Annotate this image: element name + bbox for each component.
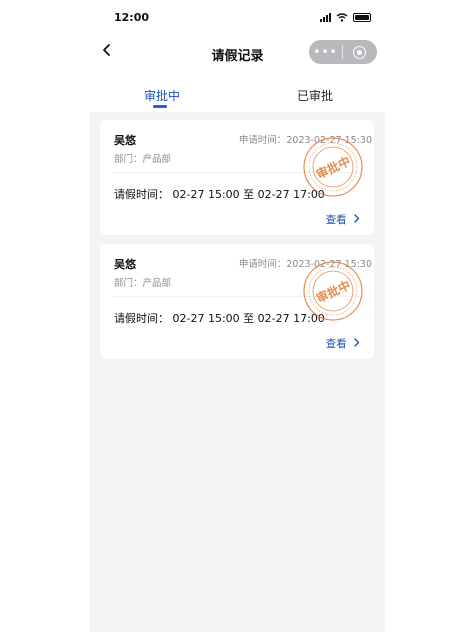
leave-record-card[interactable]: 吴悠 申请时间：2023-02-27 15:30 部门：产品部 请假时间： 02… [100, 244, 374, 359]
battery-icon [353, 12, 371, 22]
close-mini-program-button[interactable] [343, 45, 376, 59]
pending-approval-stamp: 审批中 [303, 261, 363, 321]
status-icons [320, 12, 371, 22]
status-bar: 12:00 [90, 0, 385, 34]
tab-approved[interactable]: 已审批 [297, 87, 333, 104]
applicant-name: 吴悠 [114, 258, 136, 271]
target-icon [353, 45, 366, 59]
phone-screen: 12:00 请假记录 ••• 审批中 已审批 吴悠 申请时间：2023-02-2… [90, 0, 385, 632]
chevron-right-icon [354, 338, 360, 347]
view-button[interactable]: 查看 [326, 336, 360, 351]
mini-program-capsule: ••• [309, 40, 377, 64]
leave-record-card[interactable]: 吴悠 申请时间：2023-02-27 15:30 部门：产品部 请假时间： 02… [100, 120, 374, 235]
navigation-bar: 请假记录 ••• [90, 34, 385, 74]
more-options-button[interactable]: ••• [309, 40, 342, 64]
applicant-name: 吴悠 [114, 134, 136, 147]
stamp-text: 审批中 [314, 277, 353, 306]
department: 部门：产品部 [114, 278, 172, 289]
tab-pending[interactable]: 审批中 [144, 87, 180, 104]
stamp-text: 审批中 [314, 153, 353, 182]
view-label: 查看 [325, 338, 347, 350]
department: 部门：产品部 [114, 154, 172, 165]
tab-bar: 审批中 已审批 [90, 80, 385, 110]
wifi-icon [336, 12, 348, 22]
pending-approval-stamp: 审批中 [303, 137, 363, 197]
status-time: 12:00 [114, 11, 150, 24]
chevron-right-icon [354, 214, 360, 223]
view-button[interactable]: 查看 [326, 212, 360, 227]
leave-time: 请假时间： 02-27 15:00 至 02-27 17:00 [114, 312, 325, 325]
leave-time: 请假时间： 02-27 15:00 至 02-27 17:00 [114, 188, 325, 201]
signal-icon [320, 12, 331, 22]
view-label: 查看 [325, 214, 347, 226]
active-tab-indicator [153, 105, 167, 108]
